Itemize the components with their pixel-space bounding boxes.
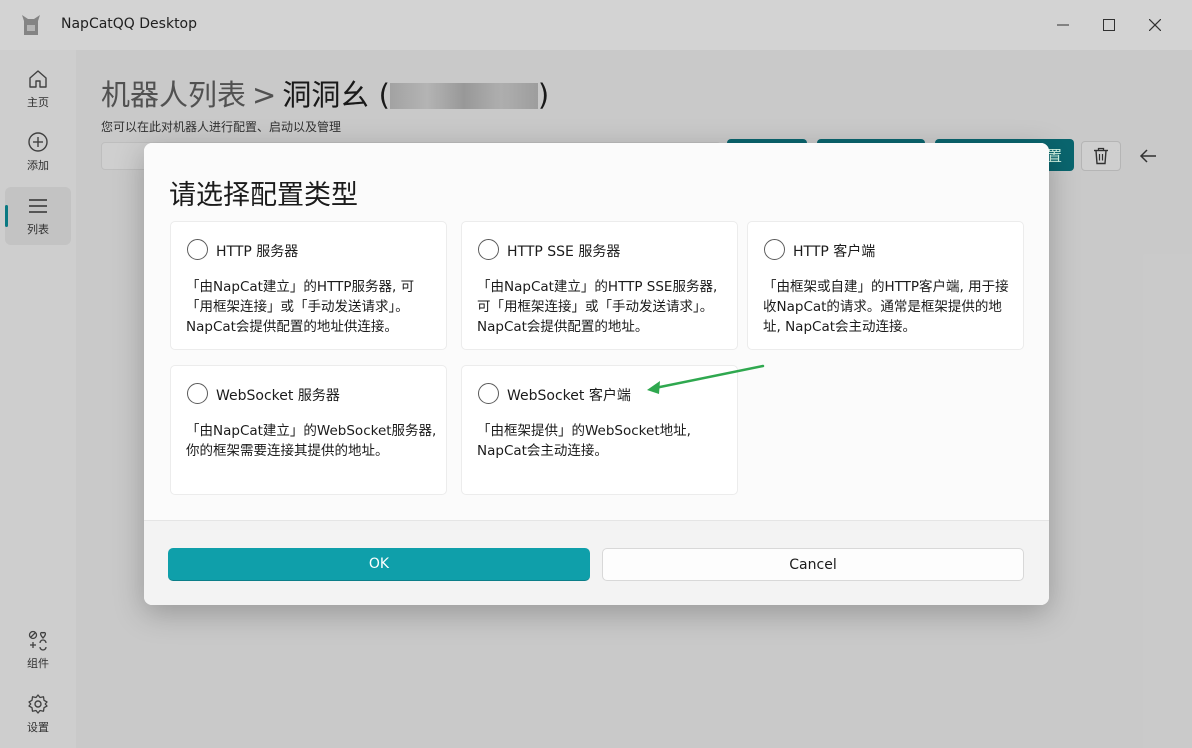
option-description: 「由框架或自建」的HTTP客户端, 用于接收NapCat的请求。通常是框架提供的… [763,279,1009,335]
option-label: WebSocket 服务器 [216,388,340,404]
option-card-websocket-client[interactable]: WebSocket 客户端 「由框架提供」的WebSocket地址, NapCa… [461,365,738,495]
option-description: 「由NapCat建立」的HTTP服务器, 可「用框架连接」或「手动发送请求」。N… [186,279,415,335]
option-description: 「由NapCat建立」的WebSocket服务器, 你的框架需要连接其提供的地址… [186,423,437,459]
radio-button[interactable] [187,239,208,260]
option-label: WebSocket 客户端 [507,388,631,404]
option-label: HTTP 客户端 [793,244,876,260]
option-label: HTTP 服务器 [216,244,299,260]
cancel-button[interactable]: Cancel [602,548,1024,581]
option-description: 「由NapCat建立」的HTTP SSE服务器, 可「用框架连接」或「手动发送请… [477,279,718,335]
config-type-dialog: 请选择配置类型 HTTP 服务器 「由NapCat建立」的HTTP服务器, 可「… [144,143,1049,605]
ok-button[interactable]: OK [168,548,590,581]
radio-button[interactable] [478,383,499,404]
radio-button[interactable] [187,383,208,404]
option-label: HTTP SSE 服务器 [507,244,621,260]
radio-button[interactable] [764,239,785,260]
option-card-http-client[interactable]: HTTP 客户端 「由框架或自建」的HTTP客户端, 用于接收NapCat的请求… [747,221,1024,350]
dialog-title: 请选择配置类型 [169,180,358,211]
radio-button[interactable] [478,239,499,260]
option-card-http-sse-server[interactable]: HTTP SSE 服务器 「由NapCat建立」的HTTP SSE服务器, 可「… [461,221,738,350]
option-description: 「由框架提供」的WebSocket地址, NapCat会主动连接。 [477,423,691,459]
option-card-websocket-server[interactable]: WebSocket 服务器 「由NapCat建立」的WebSocket服务器, … [170,365,447,495]
option-card-http-server[interactable]: HTTP 服务器 「由NapCat建立」的HTTP服务器, 可「用框架连接」或「… [170,221,447,350]
dialog-body: 请选择配置类型 HTTP 服务器 「由NapCat建立」的HTTP服务器, 可「… [144,143,1049,520]
dialog-footer: OK Cancel [144,520,1049,605]
